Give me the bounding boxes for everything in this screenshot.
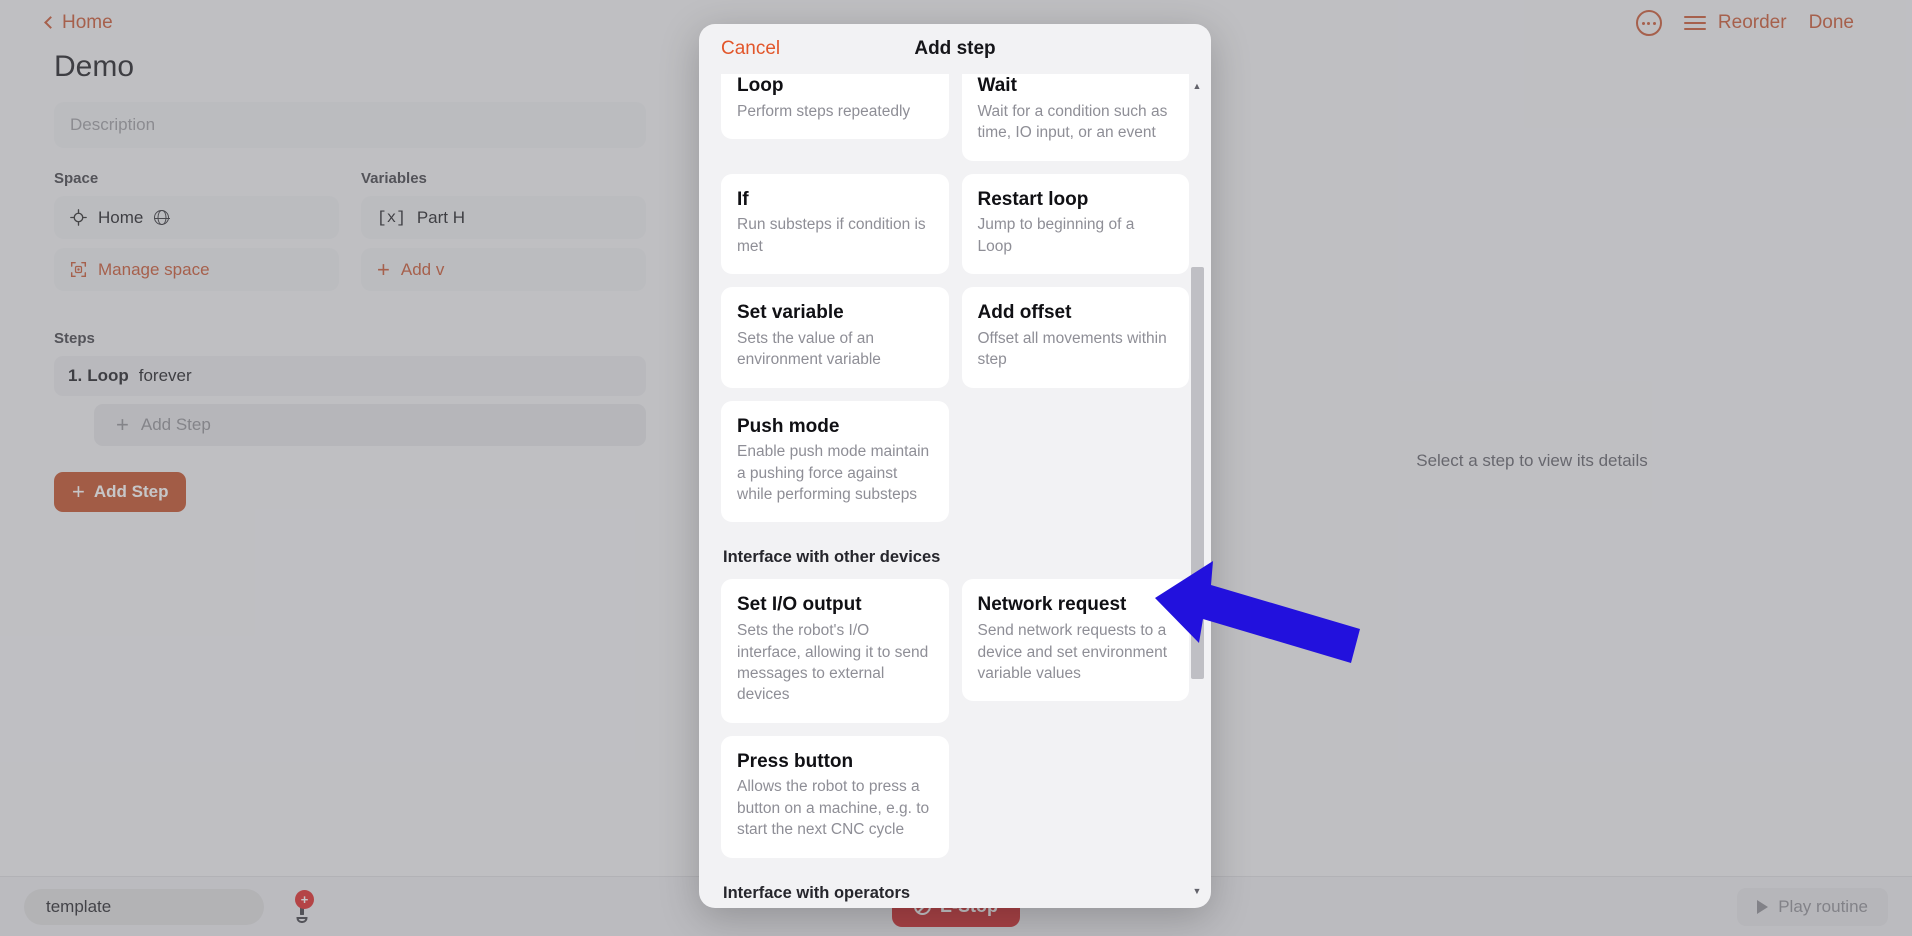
group-heading-operators: Interface with operators (723, 883, 911, 902)
step-type-description: Run substeps if condition is met (737, 216, 926, 255)
step-type-list[interactable]: Loop Perform steps repeatedly Wait Wait for… (699, 74, 1211, 908)
step-type-grid-devices: Set I/O output Sets the robot's I/O inter… (721, 579, 1189, 858)
scrollbar-track[interactable] (1190, 93, 1204, 885)
step-type-description: Enable push mode maintain a pushing forc… (737, 443, 930, 503)
step-type-card[interactable]: Restart loop Jump to beginning of a Loop (961, 173, 1189, 274)
step-type-title: Set variable (737, 302, 844, 323)
step-type-title: Loop (737, 75, 784, 96)
cancel-button[interactable]: Cancel (721, 38, 780, 60)
step-type-title: Network request (977, 594, 1127, 616)
step-type-description: Offset all movements within step (977, 329, 1167, 369)
step-type-card[interactable]: If Run substeps if condition is met (721, 173, 949, 274)
group-heading-devices: Interface with other devices (723, 548, 941, 567)
step-type-title: Add offset (977, 302, 1072, 323)
step-type-title: Wait (977, 75, 1017, 96)
step-type-title: Set I/O output (737, 594, 862, 616)
modal-header: Cancel Add step (699, 24, 1211, 74)
step-type-description: Send network requests to a device and se… (977, 622, 1168, 682)
step-type-card[interactable]: Push mode Enable push mode maintain a pus… (721, 400, 949, 523)
step-type-card[interactable]: Wait Wait for a condition such as time, I… (961, 74, 1189, 161)
step-type-title: Restart loop (977, 188, 1089, 210)
step-type-description: Wait for a condition such as time, IO in… (977, 102, 1168, 142)
step-type-description: Sets the robot's I/O interface, allowing… (737, 622, 929, 704)
step-type-title: Press button (737, 750, 854, 772)
scroll-up-arrow-icon[interactable]: ▲ (1193, 80, 1202, 93)
step-type-description: Perform steps repeatedly (737, 102, 911, 120)
step-type-grid-top: Loop Perform steps repeatedly Wait Wait for… (721, 74, 1189, 523)
step-type-card[interactable]: Loop Perform steps repeatedly (721, 74, 949, 140)
modal-scrollbar[interactable]: ▲ ▼ (1189, 80, 1205, 898)
step-type-description: Sets the value of an environment variabl… (737, 329, 881, 369)
scroll-down-arrow-icon[interactable]: ▼ (1193, 885, 1202, 898)
step-type-description: Jump to beginning of a Loop (977, 216, 1135, 255)
step-type-card[interactable]: Add offset Offset all movements within st… (961, 287, 1189, 388)
step-type-description: Allows the robot to press a button on a … (737, 778, 930, 839)
step-type-card[interactable]: Set variable Sets the value of an environ… (721, 287, 949, 388)
blue-pointer-arrow-icon (1155, 561, 1360, 663)
step-type-title: If (737, 188, 749, 210)
add-step-modal: Cancel Add step Loop Perform steps repeat… (699, 24, 1211, 908)
step-type-title: Push mode (737, 415, 840, 437)
step-type-card[interactable]: Press button Allows the robot to press a … (721, 735, 949, 858)
step-type-card[interactable]: Set I/O output Sets the robot's I/O inter… (721, 579, 949, 723)
